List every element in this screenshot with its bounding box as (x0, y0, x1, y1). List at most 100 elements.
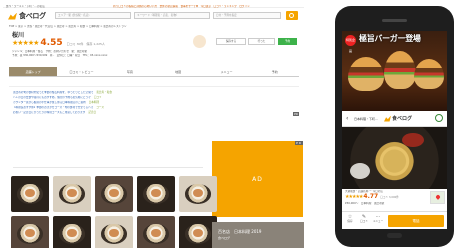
food-photo[interactable] (53, 176, 91, 212)
logo-mark-icon (8, 12, 17, 20)
food-photo[interactable] (11, 216, 49, 248)
list-item[interactable]: カウンター席から板前の手仕事が楽しめる日本料理店のご案内 日本料理 (13, 101, 203, 104)
tab-reserve[interactable]: 予約 (251, 67, 299, 76)
food-photo[interactable] (95, 176, 133, 212)
mobile-review-count[interactable]: 口コミ 3,000件 (380, 195, 399, 199)
action-label: 口コミ (360, 220, 368, 223)
news-link[interactable]: 【料理長おすすめ】季節のおまかせコース・旬の食材で仕立てる八寸 (13, 106, 93, 109)
site-header: 食べログ エリア・駅 (渋谷駅・名店) キーワード（料理名・店名、名物） 日付・… (3, 9, 304, 23)
news-tag: 恵比寿・和食 (96, 91, 112, 94)
food-photo[interactable] (11, 176, 49, 212)
photo-gallery (11, 176, 217, 248)
call-button[interactable]: 電話 (388, 215, 444, 227)
food-photo[interactable] (53, 216, 91, 248)
burger-image (384, 51, 416, 89)
mobile-rating-row: ★★★★★ 4.77 口コミ 3,000件 (345, 193, 399, 201)
news-link[interactable]: ハレの日の会食や接待にもおすすめ。個室の予約もお気軽にどうぞ (13, 96, 91, 99)
top-utility-links[interactable]: 新っ口コミの投稿と評価の心地いい方 野外の新店情報 食事をサーチ▼ 今日選ぶ 口… (113, 5, 250, 8)
news-link[interactable]: カウンター席から板前の手仕事が楽しめる日本料理店のご案内 (13, 101, 86, 104)
phone-frame: 特別企画 極旨バーガー登場 ‹ 日本料理・下町... 食べログ 大衆和食・店舗名… (335, 6, 454, 247)
site-logo[interactable]: 食べログ (8, 11, 48, 21)
news-tag: コース (96, 106, 104, 109)
mobile-logo[interactable]: 食べログ (384, 115, 412, 122)
avatar[interactable] (193, 35, 206, 48)
review-action[interactable]: ✎ 口コミ (358, 214, 370, 223)
dish-photo[interactable] (342, 127, 447, 189)
mobile-logo-text: 食べログ (392, 116, 413, 122)
visited-button[interactable]: 行った (248, 38, 275, 45)
date-search-input[interactable]: 日付・予算を指定 (213, 12, 281, 19)
rating-stars-icon: ★★★★★ (12, 39, 39, 47)
hyakumeiten-banner[interactable]: 百名店 日本料理 2019 食べログ (212, 222, 304, 248)
rating-score: 4.55 (40, 38, 63, 48)
promo-title: 極旨バーガー登場 (359, 34, 421, 43)
tab-reviews[interactable]: 口コミ・レビュー (57, 67, 105, 76)
save-action[interactable]: ☆ 保存 (344, 214, 356, 223)
phone-screen: 特別企画 極旨バーガー登場 ‹ 日本料理・下町... 食べログ 大衆和食・店舗名… (342, 31, 447, 229)
burger-image (348, 57, 384, 91)
ad-label: AD (252, 175, 263, 183)
news-tag: 記念日 (88, 111, 97, 114)
ad-banner[interactable]: AD PR (212, 141, 303, 217)
tab-menu[interactable]: メニュー (202, 67, 250, 76)
tab-photos[interactable]: 写真 (106, 67, 154, 76)
promo-badge: 特別企画 (345, 35, 356, 53)
ad-pr-badge: PR (295, 141, 303, 145)
food-photo[interactable] (179, 176, 217, 212)
map-thumbnail[interactable] (430, 191, 445, 204)
search-button[interactable] (286, 11, 298, 20)
news-list: 恵比寿の旬の食材を使った季節の懐石料理を、ゆったりとした空間で 恵比寿・和食 ハレ… (13, 91, 203, 116)
mobile-rating-score: 4.77 (363, 193, 379, 200)
save-button[interactable]: 保存する (216, 38, 246, 45)
list-item[interactable]: 【料理長おすすめ】季節のおまかせコース・旬の食材で仕立てる八寸 コース (13, 106, 203, 109)
keyword-search-input[interactable]: キーワード（料理名・店名、名物） (134, 12, 210, 19)
breadcrumb[interactable]: TOP > 東京 > 渋谷・恵比寿・代官山 > 恵比寿 > 恵比寿 > 和食 >… (9, 25, 299, 28)
rating-row: ★★★★★ 4.55 口コミ 30件 保存 1,225人 (12, 39, 105, 48)
menu-action[interactable]: ⋯ メニュー (372, 214, 384, 223)
news-tag: 日本料理 (88, 101, 99, 104)
mobile-restaurant-meta: ¥30,000〜 日本料理 恵比寿駅 (345, 202, 385, 205)
news-link[interactable]: 恵比寿の旬の食材を使った季節の懐石料理を、ゆったりとした空間で (13, 91, 93, 94)
mobile-restaurant-name: 大衆和食・店舗名称 ー 今日の店 (345, 190, 383, 193)
restaurant-info: ジャンル：日本料理・懐石 予約：お問い合わせ 駅：恵比寿駅 予算：夜 ¥30,0… (12, 50, 192, 58)
list-item[interactable]: 恵比寿の旬の食材を使った季節の懐石料理を、ゆったりとした空間で 恵比寿・和食 (13, 91, 203, 94)
news-tag: 口コミ (93, 96, 102, 99)
top-tagline: 食べ・ラーメン・下町・…の名店 (6, 5, 45, 8)
info-line: 予算：夜 ¥30,000〜¥39,999 昼 - 定休日：日曜・祝日 TEL：0… (12, 54, 108, 57)
pr-badge: PR (293, 112, 299, 116)
review-counts[interactable]: 口コミ 30件 保存 1,225人 (67, 42, 105, 46)
food-photo[interactable] (137, 176, 175, 212)
back-icon[interactable]: ‹ (346, 115, 348, 123)
news-link[interactable]: お祝い・記念日にぴったりの特別コースもご用意しております (13, 111, 85, 114)
banner-title: 百名店 日本料理 2019 (218, 229, 262, 234)
mobile-nav-bar: ‹ 日本料理・下町... 食べログ (342, 111, 447, 127)
area-search-input[interactable]: エリア・駅 (渋谷駅・名店) (55, 12, 131, 19)
phone-earpiece (382, 19, 407, 22)
info-line: ジャンル：日本料理・懐石 予約：お問い合わせ 駅：恵比寿駅 (12, 50, 88, 53)
tab-top[interactable]: 店舗トップ (9, 67, 58, 76)
food-photo[interactable] (95, 216, 133, 248)
burger-image (414, 59, 444, 89)
desktop-page: 食べ・ラーメン・下町・…の名店 新っ口コミの投稿と評価の心地いい方 野外の新店情… (3, 4, 304, 248)
mobile-action-bar: ☆ 保存 ✎ 口コミ ⋯ メニュー 電話 (342, 211, 447, 229)
menu-icon[interactable] (435, 114, 443, 122)
sub-nav-divider (9, 80, 299, 87)
rating-stars-icon: ★★★★★ (345, 194, 363, 200)
list-item[interactable]: お祝い・記念日にぴったりの特別コースもご用意しております 記念日 (13, 111, 203, 114)
logo-text: 食べログ (19, 12, 46, 20)
logo-mark-icon (384, 115, 391, 122)
home-button[interactable] (387, 233, 402, 238)
reserve-button[interactable]: 予約 (278, 38, 297, 45)
restaurant-tabs: 店舗トップ 口コミ・レビュー 写真 地図 メニュー 予約 (9, 67, 299, 77)
action-label: メニュー (372, 220, 384, 223)
list-item[interactable]: ハレの日の会食や接待にもおすすめ。個室の予約もお気軽にどうぞ 口コミ (13, 96, 203, 99)
tab-map[interactable]: 地図 (154, 67, 202, 76)
mobile-nav-title: 日本料理・下町... (354, 117, 378, 121)
food-photo[interactable] (137, 216, 175, 248)
banner-sub: 食べログ (218, 236, 231, 240)
action-label: 保存 (347, 220, 353, 223)
restaurant-name: 桜川 (12, 32, 25, 39)
section-divider (13, 167, 203, 168)
promo-banner[interactable]: 特別企画 極旨バーガー登場 (342, 31, 447, 111)
top-utility-bar: 食べ・ラーメン・下町・…の名店 新っ口コミの投稿と評価の心地いい方 野外の新店情… (3, 4, 304, 8)
